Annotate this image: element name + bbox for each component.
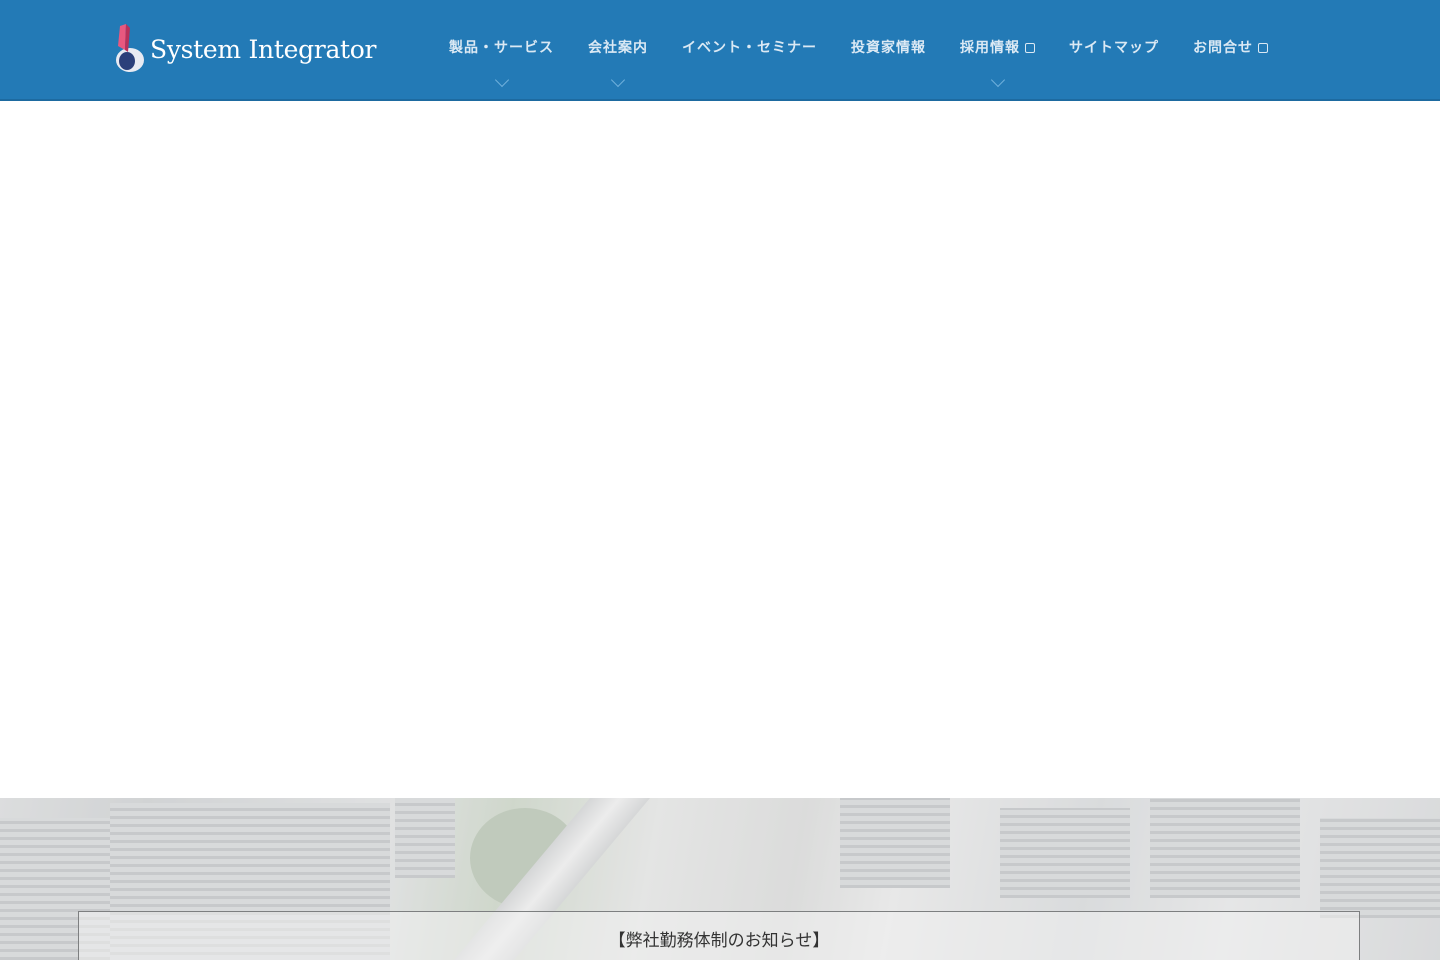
nav-investors[interactable]: 投資家情報 (834, 37, 943, 57)
nav-events-seminars[interactable]: イベント・セミナー (665, 37, 834, 57)
logo-link[interactable]: System Integrator (112, 24, 377, 74)
site-header: System Integrator 製品・サービス 会社案内 イベント・セミナー… (0, 0, 1440, 101)
nav-label: お問合せ (1193, 40, 1253, 56)
chevron-down-icon (990, 72, 1005, 88)
logo-text: System Integrator (150, 34, 377, 64)
nav-label: 投資家情報 (851, 40, 926, 56)
hero-cityscape-image: 【弊社勤務体制のお知らせ】 (0, 798, 1440, 960)
nav-label: サイトマップ (1069, 40, 1159, 56)
notice-title: 【弊社勤務体制のお知らせ】 (608, 931, 830, 951)
notice-box: 【弊社勤務体制のお知らせ】 (78, 911, 1360, 960)
external-link-icon (1258, 43, 1268, 53)
nav-label: イベント・セミナー (682, 40, 817, 56)
nav-label: 採用情報 (960, 40, 1020, 56)
external-link-icon (1025, 43, 1035, 53)
main-nav: 製品・サービス 会社案内 イベント・セミナー 投資家情報 採用情報 サイトマップ… (432, 37, 1285, 88)
nav-label: 会社案内 (588, 40, 648, 56)
chevron-down-icon (494, 72, 509, 88)
logo-icon (112, 24, 148, 74)
nav-label: 製品・サービス (449, 40, 554, 56)
chevron-down-icon (610, 72, 626, 88)
nav-contact[interactable]: お問合せ (1176, 37, 1285, 57)
nav-sitemap[interactable]: サイトマップ (1052, 37, 1176, 57)
nav-company[interactable]: 会社案内 (571, 37, 665, 88)
nav-recruit[interactable]: 採用情報 (943, 37, 1052, 88)
nav-products-services[interactable]: 製品・サービス (432, 37, 571, 88)
